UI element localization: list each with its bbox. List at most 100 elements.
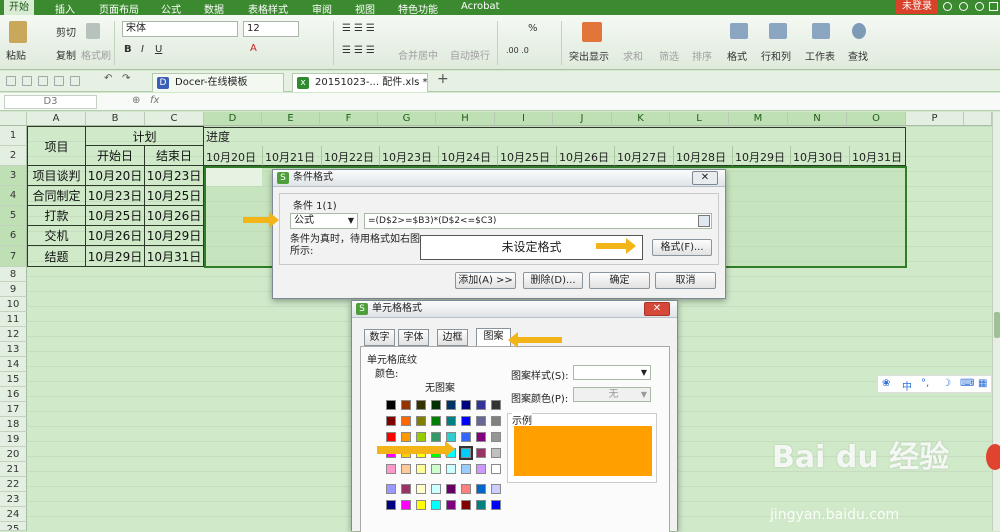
row-header[interactable]: 22 xyxy=(0,477,27,492)
col-header[interactable]: M xyxy=(729,112,788,126)
tab-docer[interactable]: D Docer-在线模板 xyxy=(152,73,284,92)
help-icon[interactable] xyxy=(959,2,968,11)
add-condition-button[interactable]: 添加(A) >> xyxy=(455,272,516,289)
zoom-icon[interactable]: ⊕ xyxy=(132,95,140,106)
color-swatch[interactable] xyxy=(491,432,501,442)
color-swatch[interactable] xyxy=(476,416,486,426)
color-swatch[interactable] xyxy=(401,400,411,410)
color-swatch[interactable] xyxy=(461,484,471,494)
cut-button[interactable]: 剪切 xyxy=(56,24,76,39)
date-cell[interactable]: 10月29日 xyxy=(733,146,791,166)
worksheet-button[interactable]: 工作表 xyxy=(805,48,835,63)
color-swatch[interactable] xyxy=(401,484,411,494)
tab-border[interactable]: 边框 xyxy=(437,329,468,346)
decimal-icon[interactable]: .00 .0 xyxy=(506,46,529,55)
close-icon[interactable]: ✕ xyxy=(692,171,718,185)
col-header[interactable]: F xyxy=(320,112,378,126)
name-box[interactable]: D3 xyxy=(4,95,97,109)
row-header[interactable]: 17 xyxy=(0,402,27,417)
delete-condition-button[interactable]: 删除(D)... xyxy=(523,272,583,289)
color-swatch[interactable] xyxy=(491,500,501,510)
task-start[interactable]: 10月25日 xyxy=(86,206,145,226)
cancel-button[interactable]: 取消 xyxy=(655,272,716,289)
percent-button[interactable]: % xyxy=(528,23,538,34)
row-header[interactable]: 1 xyxy=(0,126,27,146)
color-swatch[interactable] xyxy=(386,400,396,410)
col-header[interactable]: L xyxy=(670,112,729,126)
date-cell[interactable]: 10月25日 xyxy=(498,146,557,166)
color-swatch[interactable] xyxy=(476,464,486,474)
font-color-icon[interactable]: A xyxy=(250,43,257,54)
format-painter-icon[interactable] xyxy=(86,23,100,39)
col-header[interactable]: G xyxy=(378,112,436,126)
color-swatch[interactable] xyxy=(386,416,396,426)
header-plan[interactable]: 计划 xyxy=(86,126,204,146)
window-icon[interactable] xyxy=(989,2,998,11)
tab-pattern[interactable]: 图案 xyxy=(476,328,511,347)
color-swatch[interactable] xyxy=(476,484,486,494)
col-header[interactable]: C xyxy=(145,112,204,126)
grid-icon[interactable]: ▦ xyxy=(978,378,987,389)
row-header[interactable]: 4 xyxy=(0,186,27,206)
color-swatch[interactable] xyxy=(491,400,501,410)
color-swatch[interactable] xyxy=(491,416,501,426)
close-icon[interactable]: ✕ xyxy=(644,302,670,316)
paw-icon[interactable]: ❀ xyxy=(882,378,890,389)
col-header[interactable]: I xyxy=(495,112,553,126)
format-painter-label[interactable]: 格式刷 xyxy=(81,47,111,62)
col-header[interactable]: B xyxy=(86,112,145,126)
moon-icon[interactable]: ☽ xyxy=(942,378,951,389)
color-swatch[interactable] xyxy=(431,484,441,494)
notification-badge[interactable] xyxy=(986,444,1000,470)
format-button[interactable]: 格式 xyxy=(727,48,747,63)
date-cell[interactable]: 10月27日 xyxy=(615,146,674,166)
menu-insert[interactable]: 插入 xyxy=(55,1,75,16)
col-header[interactable]: E xyxy=(262,112,320,126)
color-swatch[interactable] xyxy=(446,416,456,426)
color-swatch[interactable] xyxy=(386,432,396,442)
row-header[interactable]: 9 xyxy=(0,282,27,297)
export-icon[interactable] xyxy=(22,76,32,86)
color-swatch[interactable] xyxy=(431,500,441,510)
row-header[interactable]: 21 xyxy=(0,462,27,477)
punct-mode[interactable]: °, xyxy=(921,378,929,389)
color-swatch[interactable] xyxy=(446,500,456,510)
row-col-button[interactable]: 行和列 xyxy=(761,48,791,63)
no-pattern-button[interactable]: 无图案 xyxy=(425,379,455,394)
pattern-color-select[interactable]: 无 ▼ xyxy=(573,387,651,402)
task-name[interactable]: 结题 xyxy=(27,246,86,267)
task-name[interactable]: 项目谈判 xyxy=(27,166,86,186)
header-project[interactable]: 项目 xyxy=(27,126,86,166)
color-swatch[interactable] xyxy=(461,400,471,410)
sort-button[interactable]: 排序 xyxy=(692,48,712,63)
save-icon[interactable] xyxy=(6,76,16,86)
task-end[interactable]: 10月23日 xyxy=(145,166,204,186)
scroll-thumb[interactable] xyxy=(994,312,1000,338)
format-button[interactable]: 格式(F)... xyxy=(652,239,712,256)
tab-spreadsheet[interactable]: x 20151023-... 配件.xls * xyxy=(292,73,428,92)
color-swatch[interactable] xyxy=(416,500,426,510)
color-swatch[interactable] xyxy=(431,464,441,474)
row-header[interactable]: 15 xyxy=(0,372,27,387)
color-swatch[interactable] xyxy=(431,400,441,410)
col-header[interactable]: O xyxy=(847,112,906,126)
col-header[interactable]: H xyxy=(436,112,495,126)
header-end[interactable]: 结束日 xyxy=(145,146,204,166)
color-swatch[interactable] xyxy=(446,400,456,410)
new-tab-icon[interactable]: + xyxy=(437,71,449,87)
task-end[interactable]: 10月29日 xyxy=(145,226,204,246)
color-swatch[interactable] xyxy=(386,464,396,474)
bold-icon[interactable]: B xyxy=(124,44,132,55)
row-header[interactable]: 5 xyxy=(0,206,27,226)
ok-button[interactable]: 确定 xyxy=(589,272,650,289)
col-header[interactable]: J xyxy=(553,112,612,126)
login-button[interactable]: 未登录 xyxy=(896,0,938,14)
row-header[interactable]: 6 xyxy=(0,226,27,246)
row-header[interactable]: 8 xyxy=(0,267,27,282)
fx-icon[interactable]: fx xyxy=(150,95,159,106)
formula-input[interactable]: =(D$2>=$B3)*(D$2<=$C3) xyxy=(364,213,712,229)
print-icon[interactable] xyxy=(38,76,48,86)
date-cell[interactable]: 10月30日 xyxy=(791,146,850,166)
skin-icon[interactable] xyxy=(943,2,952,11)
menu-special[interactable]: 特色功能 xyxy=(398,1,438,16)
